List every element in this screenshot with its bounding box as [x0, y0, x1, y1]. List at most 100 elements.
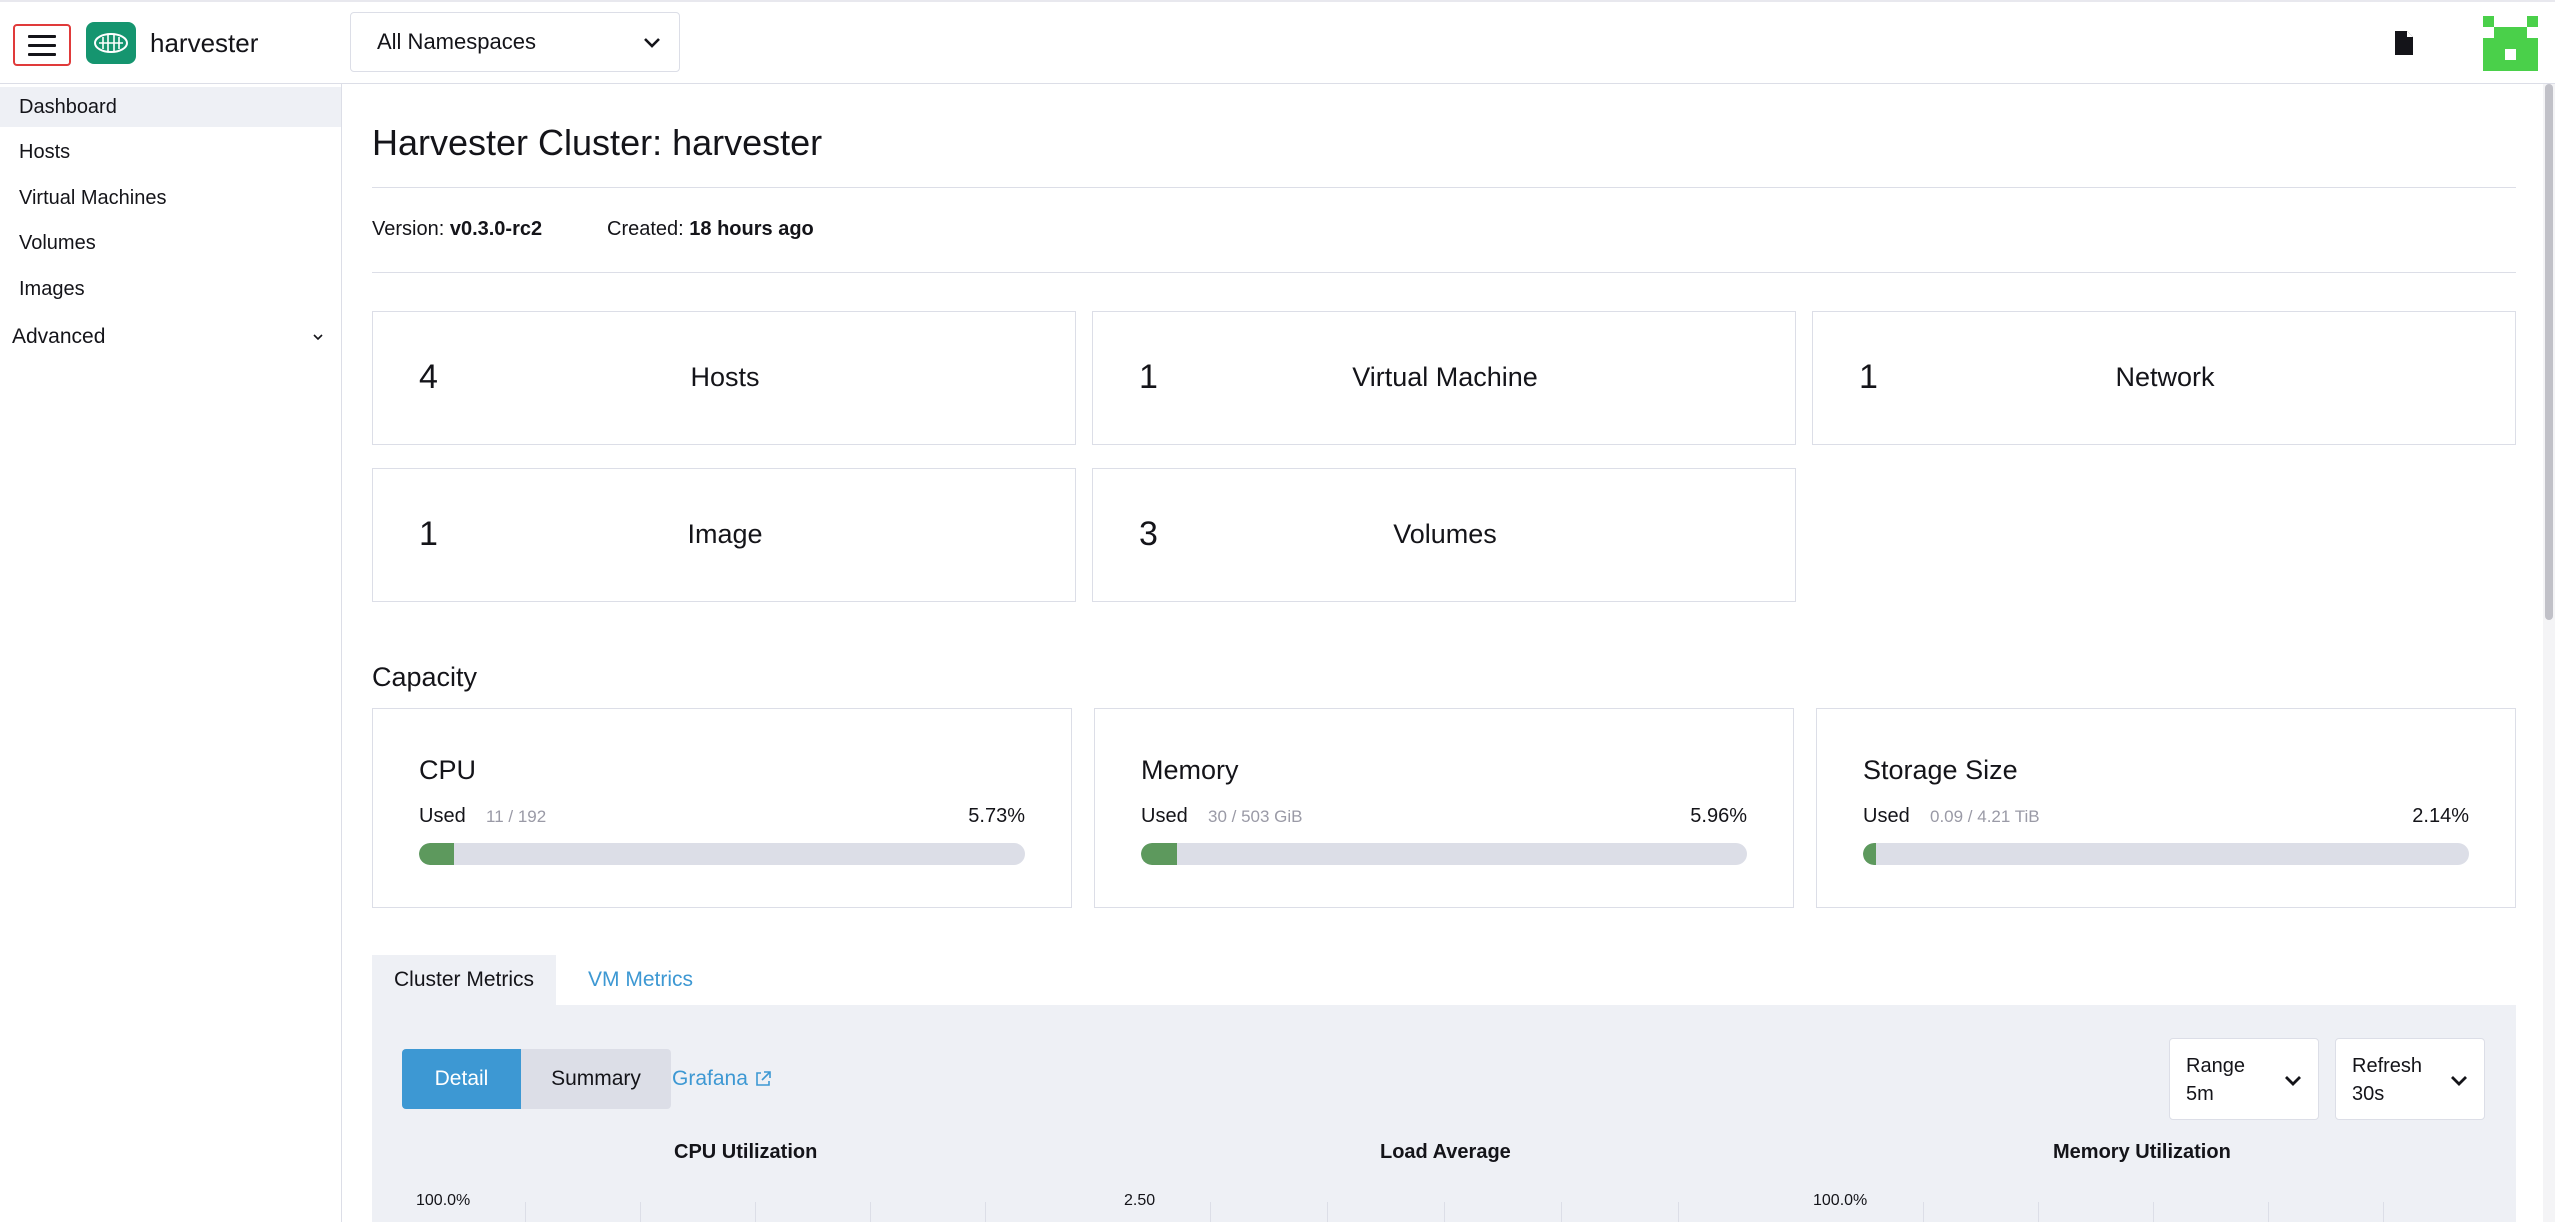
chart-gridline [1327, 1202, 1328, 1222]
used-detail: 11 / 192 [486, 807, 547, 826]
capacity-card-memory: Memory Used 30 / 503 GiB 5.96% [1094, 708, 1794, 908]
chart-title-memory-utilization: Memory Utilization [2053, 1141, 2231, 1163]
progress-bar [1863, 843, 2469, 865]
stat-card-image[interactable]: 1 Image [372, 468, 1076, 602]
used-percent: 5.73% [968, 805, 1025, 827]
created-info: Created: 18 hours ago [607, 218, 814, 241]
sidebar-item-hosts[interactable]: Hosts [0, 132, 341, 172]
used-label: Used [419, 805, 466, 827]
chart-gridline [1210, 1202, 1211, 1222]
capacity-card-storage: Storage Size Used 0.09 / 4.21 TiB 2.14% [1816, 708, 2516, 908]
capacity-title: Capacity [372, 662, 478, 692]
chart-gridline [1923, 1202, 1924, 1222]
detail-button[interactable]: Detail [402, 1049, 521, 1109]
used-detail: 0.09 / 4.21 TiB [1930, 807, 2040, 826]
chart-axis-top-value: 100.0% [416, 1192, 471, 1209]
stat-label: Network [2115, 362, 2215, 392]
range-label: Range [2186, 1055, 2245, 1077]
scrollbar-thumb[interactable] [2545, 84, 2553, 620]
stat-label: Image [687, 519, 763, 549]
chart-gridline [640, 1202, 641, 1222]
chart-gridline [1444, 1202, 1445, 1222]
divider [372, 187, 2516, 188]
chevron-down-icon [2451, 1076, 2467, 1086]
refresh-value: 30s [2352, 1083, 2385, 1105]
chart-axis-top-value: 2.50 [1124, 1192, 1156, 1209]
stat-card-volumes[interactable]: 3 Volumes [1092, 468, 1796, 602]
created-value: 18 hours ago [689, 218, 814, 240]
capacity-title: Storage Size [1863, 755, 2018, 785]
summary-button[interactable]: Summary [521, 1049, 671, 1109]
menu-icon-bar [28, 43, 56, 47]
progress-bar [419, 843, 1025, 865]
sidebar: Dashboard Hosts Virtual Machines Volumes… [0, 84, 342, 1222]
tab-vm-metrics[interactable]: VM Metrics [566, 955, 715, 1005]
namespace-selected-value: All Namespaces [377, 29, 536, 54]
brand-name[interactable]: harvester [150, 28, 258, 59]
external-link-icon [756, 1071, 771, 1086]
version-value: v0.3.0-rc2 [449, 218, 543, 240]
sidebar-item-virtual-machines[interactable]: Virtual Machines [0, 178, 341, 218]
chart-title-cpu-utilization: CPU Utilization [674, 1141, 818, 1163]
hamburger-menu-button[interactable] [13, 24, 71, 66]
top-header: harvester All Namespaces [0, 0, 2555, 84]
chart-gridline [2383, 1202, 2384, 1222]
capacity-card-cpu: CPU Used 11 / 192 5.73% [372, 708, 1072, 908]
chart-gridline [870, 1202, 871, 1222]
used-detail: 30 / 503 GiB [1208, 807, 1303, 826]
document-icon[interactable] [2394, 30, 2414, 56]
namespace-select[interactable]: All Namespaces [350, 12, 680, 72]
progress-fill [1141, 843, 1178, 865]
chart-axis-top-value: 100.0% [1813, 1192, 1868, 1209]
chart-gridline [2153, 1202, 2154, 1222]
stat-label: Hosts [690, 362, 760, 392]
used-label: Used [1863, 805, 1910, 827]
grafana-link[interactable]: Grafana [672, 1067, 772, 1091]
created-label: Created: [607, 218, 684, 240]
sidebar-item-volumes[interactable]: Volumes [0, 223, 341, 263]
harvester-logo-icon[interactable] [86, 22, 136, 64]
chart-title-load-average: Load Average [1380, 1141, 1511, 1163]
main-content: Harvester Cluster: harvester Version: v0… [342, 84, 2555, 1222]
range-select[interactable]: Range 5m [2169, 1038, 2319, 1120]
metrics-panel: Detail Summary Grafana Range 5m Refresh … [372, 1005, 2516, 1222]
used-percent: 2.14% [2412, 805, 2469, 827]
refresh-select[interactable]: Refresh 30s [2335, 1038, 2485, 1120]
range-value: 5m [2186, 1083, 2214, 1105]
chart-gridline [2038, 1202, 2039, 1222]
used-label: Used [1141, 805, 1188, 827]
chevron-down-icon [313, 334, 323, 341]
user-avatar[interactable] [2483, 16, 2538, 71]
progress-fill [1863, 843, 1876, 865]
tab-cluster-metrics[interactable]: Cluster Metrics [372, 955, 557, 1005]
stat-label: Volumes [1393, 519, 1497, 549]
version-info: Version: v0.3.0-rc2 [372, 218, 542, 241]
chevron-down-icon [2285, 1076, 2301, 1086]
sidebar-item-images[interactable]: Images [0, 269, 341, 309]
grafana-label: Grafana [672, 1067, 748, 1090]
menu-icon-bar [28, 34, 56, 38]
stat-card-virtual-machine[interactable]: 1 Virtual Machine [1092, 311, 1796, 445]
sidebar-group-label: Advanced [12, 325, 106, 348]
chart-gridline [755, 1202, 756, 1222]
menu-icon-bar [28, 52, 56, 56]
chart-gridline [1561, 1202, 1562, 1222]
progress-fill [419, 843, 454, 865]
version-label: Version: [372, 218, 445, 240]
chart-gridline [1678, 1202, 1679, 1222]
capacity-title: CPU [419, 755, 477, 785]
stat-label: Virtual Machine [1352, 362, 1538, 392]
refresh-label: Refresh [2352, 1055, 2423, 1077]
progress-bar [1141, 843, 1747, 865]
chevron-down-icon [644, 38, 660, 48]
stat-card-hosts[interactable]: 4 Hosts [372, 311, 1076, 445]
sidebar-group-advanced[interactable]: Advanced [0, 317, 341, 357]
used-percent: 5.96% [1690, 805, 1747, 827]
page-title: Harvester Cluster: harvester [372, 122, 823, 163]
divider [372, 272, 2516, 273]
chart-gridline [985, 1202, 986, 1222]
sidebar-item-dashboard[interactable]: Dashboard [0, 87, 341, 127]
stat-card-network[interactable]: 1 Network [1812, 311, 2516, 445]
chart-gridline [2268, 1202, 2269, 1222]
capacity-title: Memory [1141, 755, 1239, 785]
